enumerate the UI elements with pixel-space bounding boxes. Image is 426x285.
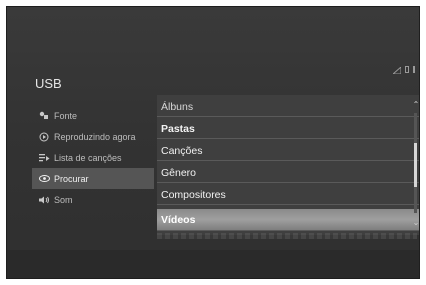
- scroll-down-icon[interactable]: ⌄: [411, 217, 419, 227]
- list-item-compositores[interactable]: Compositores: [157, 185, 419, 205]
- list-item-videos[interactable]: Vídeos: [157, 209, 419, 231]
- scroll-up-icon[interactable]: ⌃: [411, 99, 419, 109]
- source-icon: [38, 111, 50, 120]
- list-item-cancoes[interactable]: Canções: [157, 141, 419, 161]
- sidebar-item-procurar[interactable]: Procurar: [32, 168, 154, 189]
- signal-icon: [391, 65, 402, 75]
- screen-bottom-area: [7, 250, 419, 278]
- sidebar-item-label: Reproduzindo agora: [54, 131, 136, 142]
- eye-icon: [38, 175, 50, 182]
- list-item-pastas[interactable]: Pastas: [157, 119, 419, 139]
- scroll-track[interactable]: [414, 113, 417, 213]
- sidebar-item-lista-de-cancoes[interactable]: Lista de canções: [32, 147, 154, 168]
- scroll-thumb[interactable]: [414, 143, 417, 187]
- playlist-icon: [38, 153, 50, 162]
- speaker-icon: [38, 196, 50, 204]
- list-item-genero[interactable]: Gênero: [157, 163, 419, 183]
- sidebar-item-label: Procurar: [54, 173, 89, 184]
- sidebar-item-som[interactable]: Som: [32, 189, 154, 210]
- play-circle-icon: [38, 132, 50, 142]
- list-item-albuns[interactable]: Álbuns: [157, 97, 419, 117]
- display-screen: USB Fonte Reproduzindo agora Lista de ca…: [6, 6, 420, 279]
- sidebar-item-label: Lista de canções: [54, 152, 122, 163]
- sidebar-item-label: Som: [54, 194, 73, 205]
- page-title: USB: [35, 76, 62, 91]
- battery-icon: [405, 66, 409, 73]
- browse-list: Álbuns Pastas Canções Gênero Compositore…: [157, 95, 419, 239]
- list-scrollbar[interactable]: ⌃ ⌄: [411, 95, 419, 235]
- sidebar-item-label: Fonte: [54, 110, 78, 121]
- sidebar-item-fonte[interactable]: Fonte: [32, 105, 154, 126]
- status-bar: [391, 65, 415, 75]
- indicator-icon: [413, 66, 415, 73]
- sidebar-item-reproduzindo-agora[interactable]: Reproduzindo agora: [32, 126, 154, 147]
- list-divider: [157, 233, 417, 239]
- sidebar-menu: Fonte Reproduzindo agora Lista de cançõe…: [32, 105, 154, 210]
